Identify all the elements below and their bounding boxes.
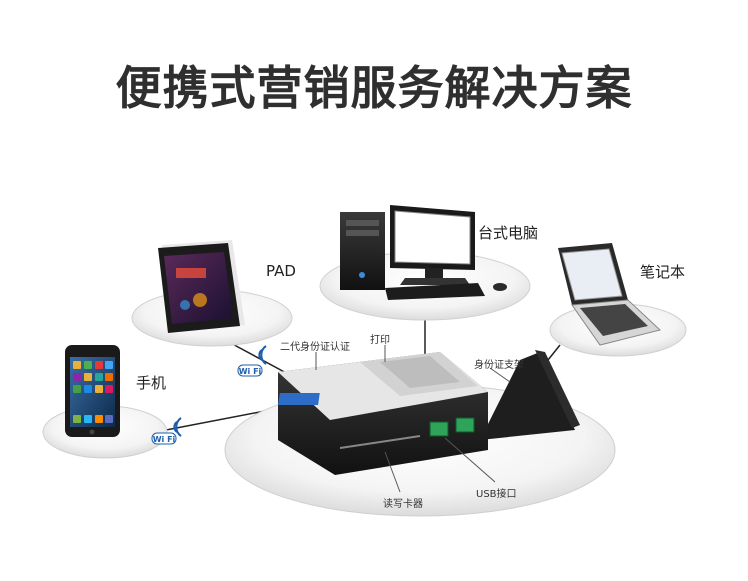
callout-usb: USB接口 [476,489,517,500]
solution-diagram: Wi Fi Wi Fi [42,205,687,517]
label-phone: 手机 [136,374,167,392]
callout-id-reader: 二代身份证认证 [280,342,350,353]
wifi-badge-pad: Wi Fi [237,345,267,377]
pad-device [158,240,245,333]
wifi-badge-text: Wi Fi [239,367,262,376]
callout-card-reader: 读写卡器 [383,499,423,510]
label-desktop: 台式电脑 [478,224,539,242]
label-pad: PAD [266,262,296,280]
label-laptop: 笔记本 [640,263,686,281]
callout-print: 打印 [370,335,390,346]
wifi-badge-text: Wi Fi [153,435,176,444]
callout-id-stand: 身份证支架 [474,360,524,371]
phone-device [65,345,120,437]
